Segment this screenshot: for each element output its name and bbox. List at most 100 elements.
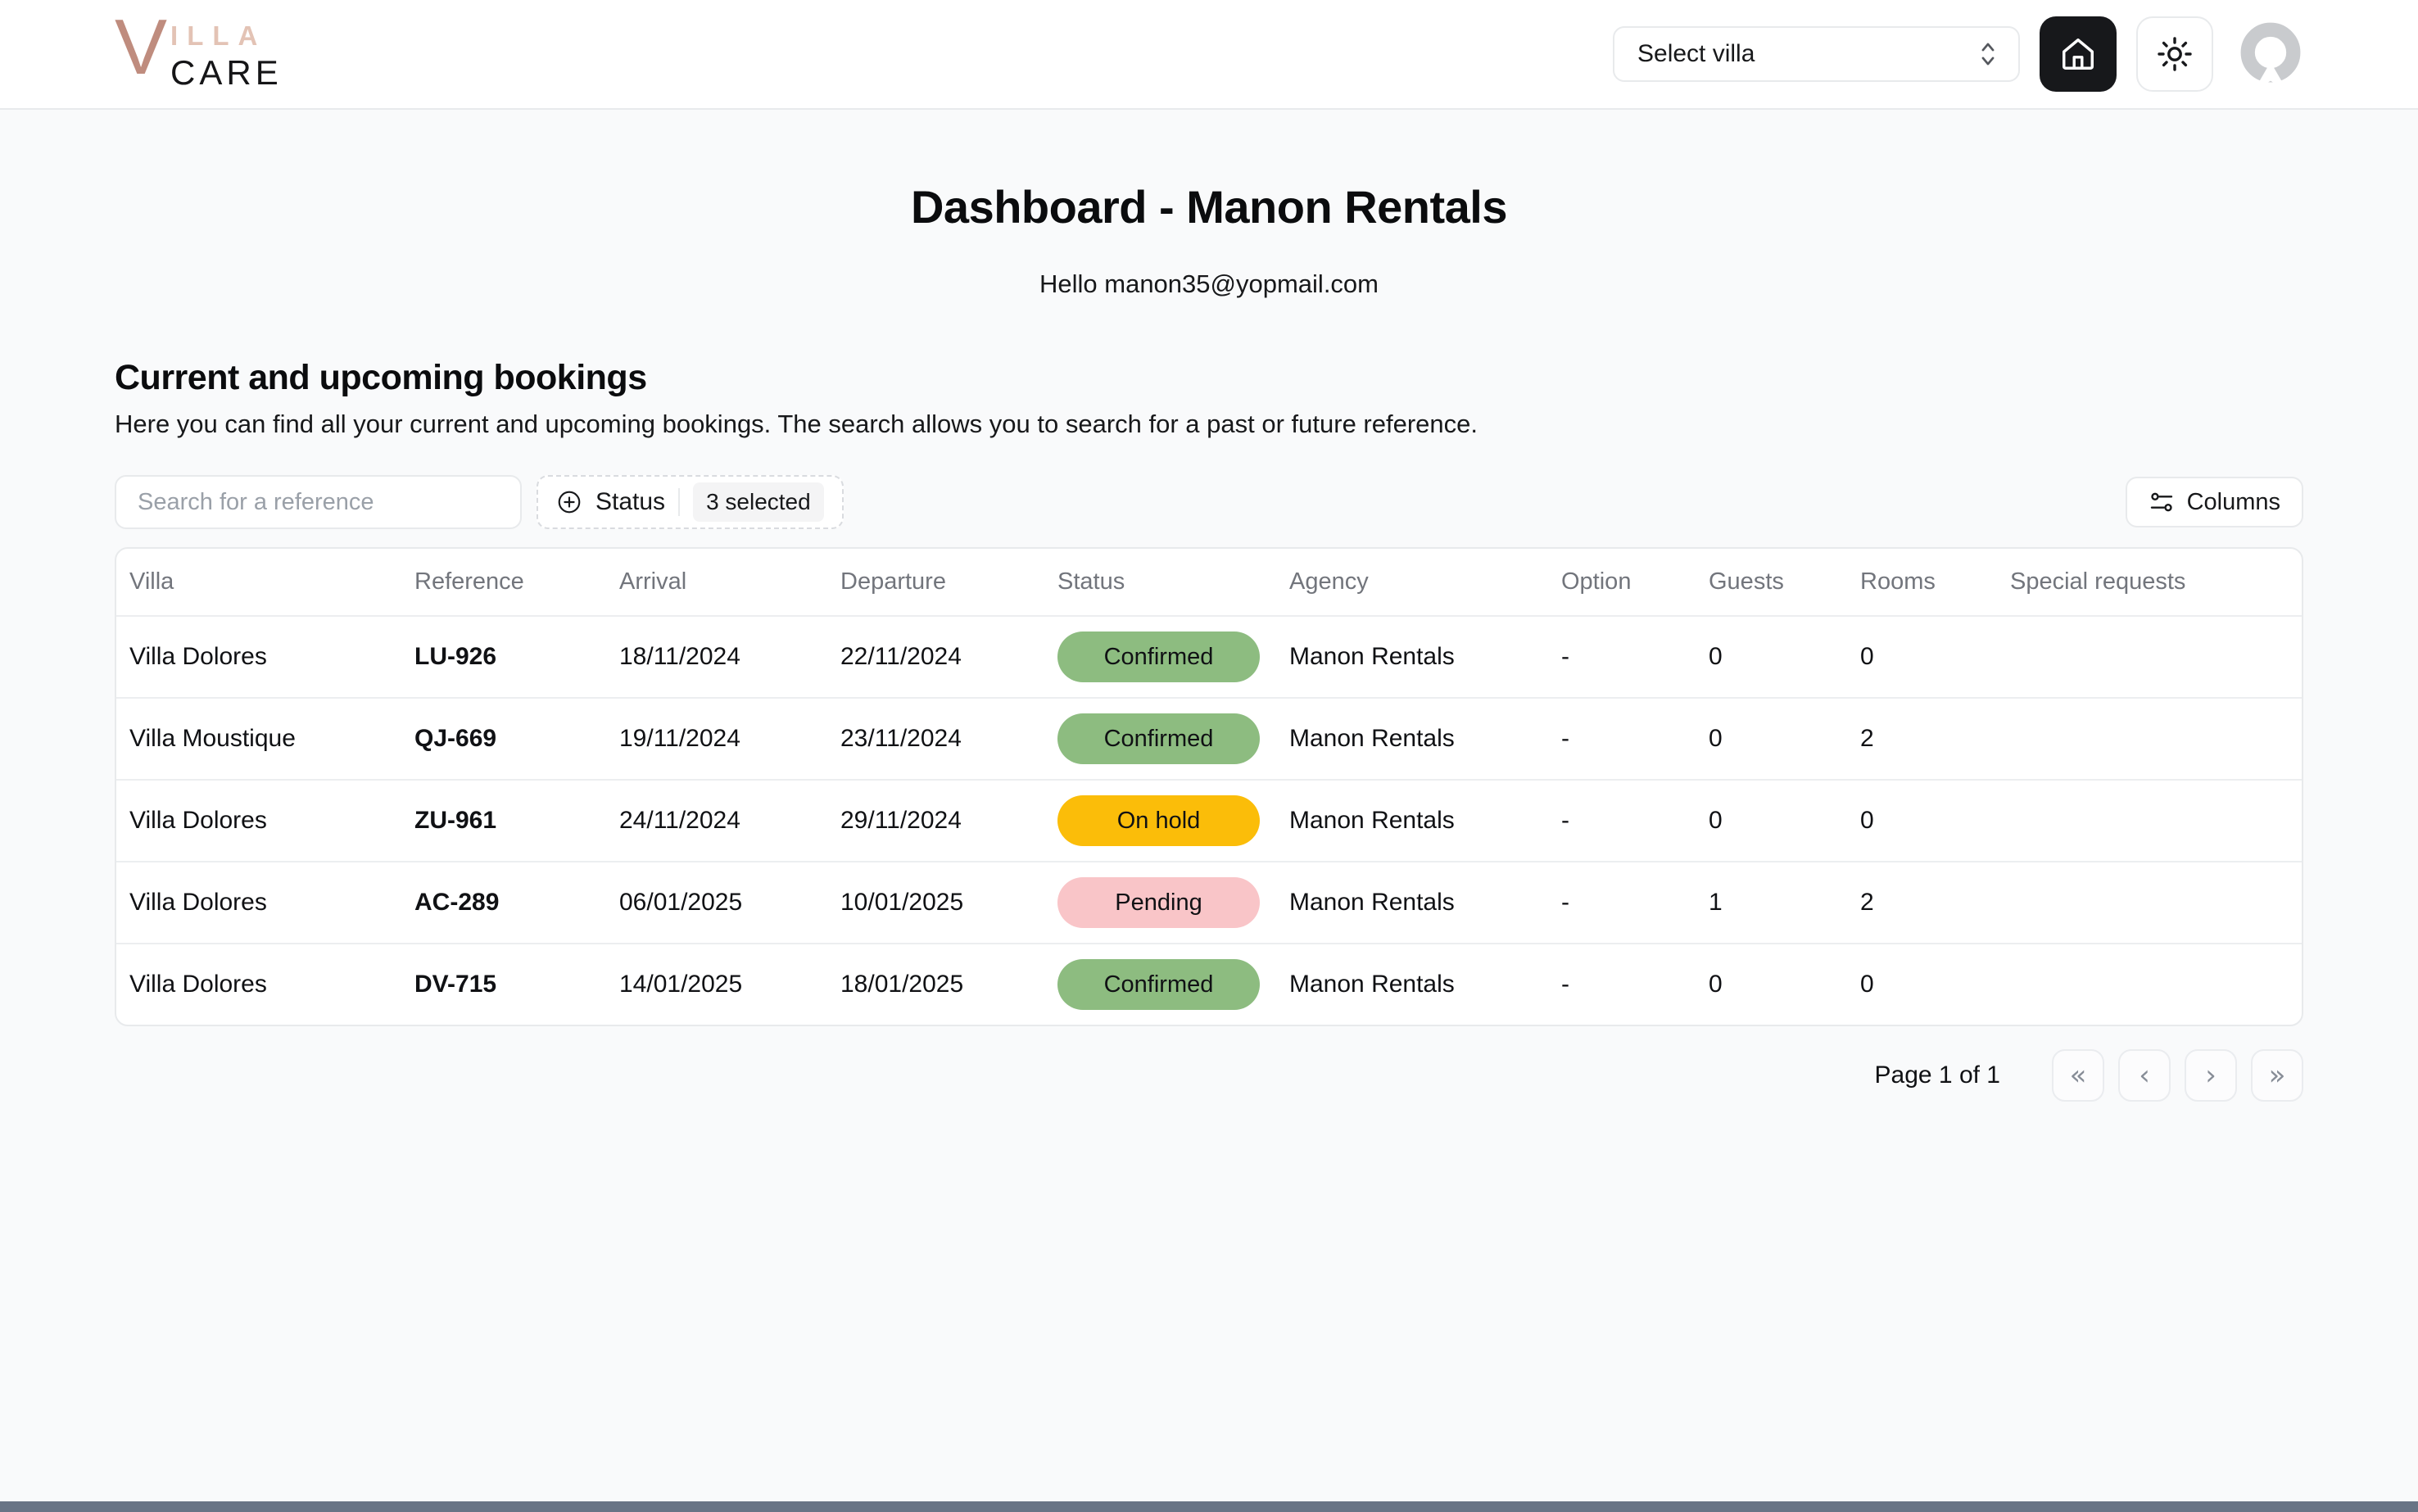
- cell-arrival: 06/01/2025: [606, 862, 827, 943]
- search-input[interactable]: [115, 475, 522, 529]
- table-header-row: Villa Reference Arrival Departure Status…: [116, 549, 2302, 615]
- main-content: Current and upcoming bookings Here you c…: [115, 358, 2303, 1102]
- cell-special-requests: [1997, 862, 2302, 943]
- cell-arrival: 18/11/2024: [606, 617, 827, 697]
- cell-option: -: [1548, 781, 1696, 861]
- top-navbar: V ILLA CARE Select villa: [0, 0, 2418, 110]
- cell-status: Confirmed: [1044, 617, 1276, 697]
- cell-reference: ZU-961: [401, 781, 606, 861]
- navbar-actions: Select villa: [1613, 16, 2308, 92]
- home-icon: [2059, 35, 2097, 73]
- cell-agency: Manon Rentals: [1276, 944, 1548, 1025]
- cell-rooms: 2: [1847, 862, 1997, 943]
- cell-agency: Manon Rentals: [1276, 781, 1548, 861]
- cell-agency: Manon Rentals: [1276, 617, 1548, 697]
- cell-status: On hold: [1044, 781, 1276, 861]
- first-page-button[interactable]: «: [2052, 1049, 2104, 1102]
- page-indicator: Page 1 of 1: [1875, 1062, 2000, 1089]
- cell-status: Pending: [1044, 862, 1276, 943]
- avatar-ring-icon: [2233, 16, 2308, 92]
- chevron-left-icon: ‹: [2139, 1059, 2150, 1092]
- cell-reference: LU-926: [401, 617, 606, 697]
- status-badge: Confirmed: [1057, 713, 1260, 764]
- cell-status: Confirmed: [1044, 944, 1276, 1025]
- cell-rooms: 0: [1847, 781, 1997, 861]
- last-page-button[interactable]: »: [2251, 1049, 2303, 1102]
- header-agency: Agency: [1276, 549, 1548, 615]
- plus-circle-icon: [556, 489, 582, 515]
- cell-reference: QJ-669: [401, 699, 606, 779]
- cell-departure: 18/01/2025: [827, 944, 1044, 1025]
- cell-rooms: 0: [1847, 617, 1997, 697]
- section-description: Here you can find all your current and u…: [115, 410, 2303, 439]
- cell-option: -: [1548, 862, 1696, 943]
- table-row[interactable]: Villa Dolores ZU-961 24/11/2024 29/11/20…: [116, 779, 2302, 861]
- section-heading: Current and upcoming bookings: [115, 358, 2303, 398]
- header-status: Status: [1044, 549, 1276, 615]
- table-row[interactable]: Villa Dolores AC-289 06/01/2025 10/01/20…: [116, 861, 2302, 943]
- header-special-requests: Special requests: [1997, 549, 2302, 615]
- columns-button[interactable]: Columns: [2126, 477, 2303, 527]
- status-badge: Confirmed: [1057, 959, 1260, 1010]
- footer-bar: [0, 1501, 2418, 1512]
- sun-icon: [2155, 34, 2194, 74]
- cell-option: -: [1548, 944, 1696, 1025]
- page-title: Dashboard - Manon Rentals: [0, 180, 2418, 233]
- cell-rooms: 0: [1847, 944, 1997, 1025]
- bookings-table: Villa Reference Arrival Departure Status…: [115, 547, 2303, 1026]
- pagination: Page 1 of 1 « ‹ › »: [115, 1049, 2303, 1102]
- sliders-icon: [2149, 489, 2175, 515]
- previous-page-button[interactable]: ‹: [2118, 1049, 2171, 1102]
- table-row[interactable]: Villa Dolores LU-926 18/11/2024 22/11/20…: [116, 615, 2302, 697]
- cell-reference: AC-289: [401, 862, 606, 943]
- header-guests: Guests: [1696, 549, 1847, 615]
- logo-wordmark: ILLA CARE: [170, 20, 283, 93]
- table-row[interactable]: Villa Moustique QJ-669 19/11/2024 23/11/…: [116, 697, 2302, 779]
- status-selected-badge: 3 selected: [693, 482, 824, 522]
- status-filter-label: Status: [595, 488, 665, 516]
- table-row[interactable]: Villa Dolores DV-715 14/01/2025 18/01/20…: [116, 943, 2302, 1025]
- status-badge: Confirmed: [1057, 632, 1260, 682]
- cell-villa: Villa Dolores: [116, 862, 401, 943]
- cell-agency: Manon Rentals: [1276, 862, 1548, 943]
- select-villa-dropdown[interactable]: Select villa: [1613, 26, 2020, 82]
- cell-departure: 10/01/2025: [827, 862, 1044, 943]
- header-rooms: Rooms: [1847, 549, 1997, 615]
- logo-villa-text: ILLA: [170, 20, 283, 52]
- cell-guests: 0: [1696, 699, 1847, 779]
- villa-care-logo[interactable]: V ILLA CARE: [115, 16, 283, 93]
- header-reference: Reference: [401, 549, 606, 615]
- chevron-up-down-icon: [1976, 40, 2000, 68]
- columns-button-label: Columns: [2187, 489, 2280, 516]
- cell-arrival: 24/11/2024: [606, 781, 827, 861]
- double-chevron-left-icon: «: [2070, 1059, 2087, 1092]
- select-villa-value: Select villa: [1637, 40, 1755, 68]
- status-badge: On hold: [1057, 795, 1260, 846]
- chevron-right-icon: ›: [2205, 1059, 2216, 1092]
- header-option: Option: [1548, 549, 1696, 615]
- theme-toggle-button[interactable]: [2136, 16, 2213, 92]
- user-avatar[interactable]: [2233, 16, 2308, 92]
- header-villa: Villa: [116, 549, 401, 615]
- cell-special-requests: [1997, 617, 2302, 697]
- cell-guests: 1: [1696, 862, 1847, 943]
- cell-villa: Villa Dolores: [116, 617, 401, 697]
- status-filter-divider: [678, 488, 680, 516]
- cell-arrival: 14/01/2025: [606, 944, 827, 1025]
- cell-villa: Villa Moustique: [116, 699, 401, 779]
- cell-special-requests: [1997, 944, 2302, 1025]
- next-page-button[interactable]: ›: [2185, 1049, 2237, 1102]
- status-filter-button[interactable]: Status 3 selected: [537, 475, 844, 529]
- cell-guests: 0: [1696, 781, 1847, 861]
- home-button[interactable]: [2040, 16, 2117, 92]
- logo-v-letter: V: [115, 16, 164, 80]
- logo-care-text: CARE: [170, 53, 283, 93]
- greeting-text: Hello manon35@yopmail.com: [0, 269, 2418, 299]
- cell-rooms: 2: [1847, 699, 1997, 779]
- cell-option: -: [1548, 617, 1696, 697]
- cell-departure: 23/11/2024: [827, 699, 1044, 779]
- double-chevron-right-icon: »: [2269, 1059, 2286, 1092]
- cell-status: Confirmed: [1044, 699, 1276, 779]
- header-departure: Departure: [827, 549, 1044, 615]
- cell-guests: 0: [1696, 617, 1847, 697]
